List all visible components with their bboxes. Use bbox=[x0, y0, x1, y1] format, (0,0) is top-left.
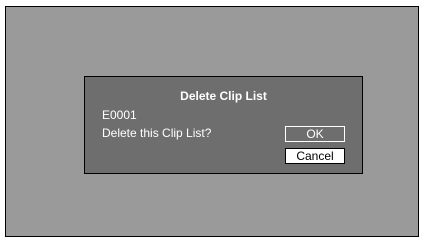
cancel-button[interactable]: Cancel bbox=[285, 148, 345, 164]
confirmation-message: Delete this Clip List? bbox=[102, 126, 212, 140]
dialog-title: Delete Clip List bbox=[180, 89, 267, 103]
clip-id-label: E0001 bbox=[102, 108, 137, 122]
delete-clip-list-dialog: Delete Clip List E0001 Delete this Clip … bbox=[84, 76, 363, 174]
ok-button[interactable]: OK bbox=[285, 126, 345, 142]
screen-frame: Delete Clip List E0001 Delete this Clip … bbox=[5, 6, 419, 237]
